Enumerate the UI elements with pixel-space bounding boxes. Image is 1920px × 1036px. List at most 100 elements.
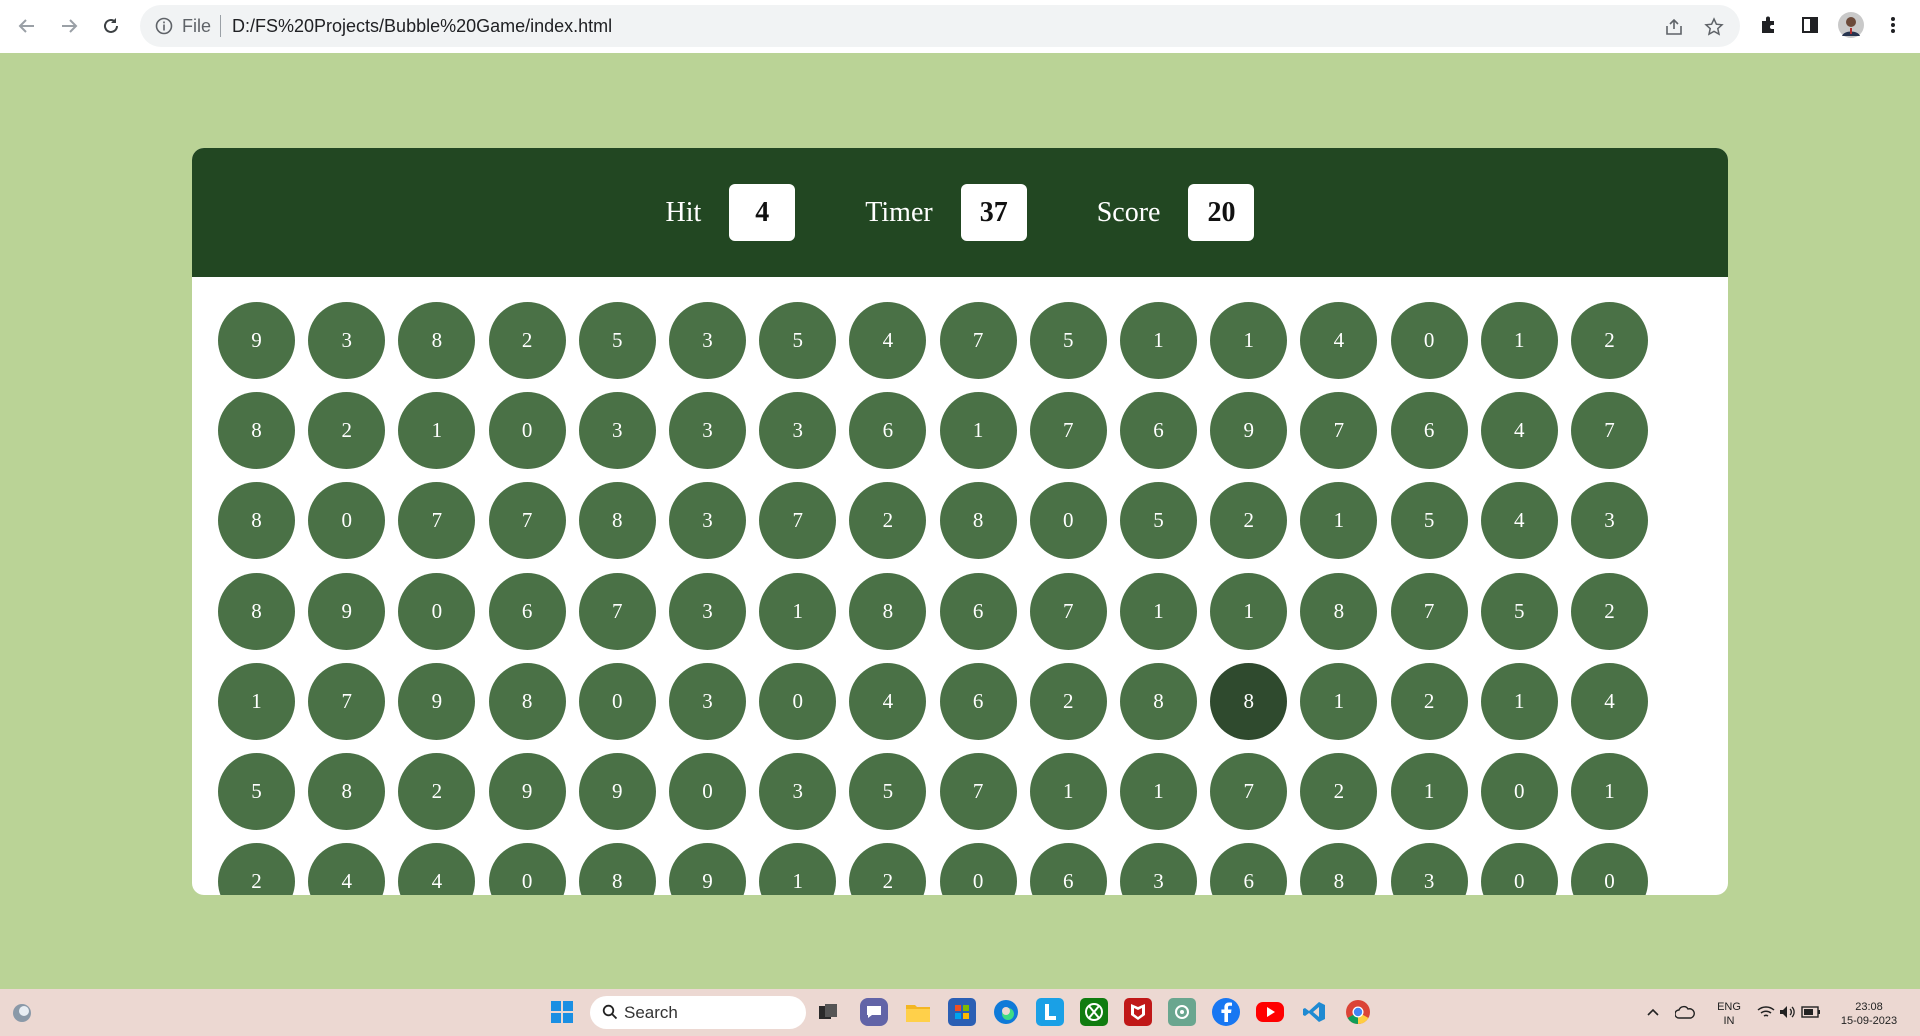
bubble[interactable]: 2 [398, 753, 476, 830]
bubble[interactable]: 6 [939, 572, 1017, 650]
bubble[interactable]: 5 [1120, 482, 1197, 560]
bubble[interactable]: 4 [1300, 302, 1378, 379]
clock[interactable]: 23:08 15-09-2023 [1834, 1000, 1904, 1028]
language-indicator[interactable]: ENG IN [1714, 1000, 1744, 1028]
bubble[interactable]: 2 [849, 482, 927, 560]
bubble[interactable]: 6 [1029, 843, 1107, 895]
chrome-icon[interactable] [1344, 998, 1372, 1026]
bubble[interactable]: 2 [1390, 662, 1468, 740]
bubble[interactable]: 3 [669, 662, 746, 740]
bubble[interactable]: 4 [398, 843, 476, 895]
bubble[interactable]: 5 [759, 302, 837, 379]
bubble[interactable]: 6 [488, 572, 566, 650]
bubble[interactable]: 1 [1120, 753, 1197, 830]
bubble[interactable]: 8 [218, 392, 295, 470]
chatgpt-icon[interactable] [1168, 998, 1196, 1026]
bubble[interactable]: 3 [669, 392, 746, 470]
bubble[interactable]: 1 [1480, 662, 1558, 740]
bubble[interactable]: 8 [308, 753, 386, 830]
bubble[interactable]: 9 [308, 572, 386, 650]
bubble[interactable]: 8 [1300, 572, 1378, 650]
bubble[interactable]: 7 [578, 572, 656, 650]
bubble[interactable]: 4 [308, 843, 386, 895]
bubble[interactable]: 0 [398, 572, 476, 650]
bubble[interactable]: 7 [398, 482, 476, 560]
bubble[interactable]: 2 [1210, 482, 1288, 560]
bubble[interactable]: 8 [1210, 662, 1288, 740]
bubble[interactable]: 4 [1571, 662, 1648, 740]
bubble[interactable]: 1 [759, 843, 837, 895]
bubble[interactable]: 3 [759, 392, 837, 470]
weather-widget-icon[interactable] [10, 1001, 34, 1025]
bubble[interactable]: 5 [218, 753, 295, 830]
bubble[interactable]: 3 [578, 392, 656, 470]
youtube-icon[interactable] [1256, 1002, 1284, 1022]
bubble[interactable]: 3 [308, 302, 386, 379]
bubble[interactable]: 9 [669, 843, 746, 895]
bubble[interactable]: 5 [1480, 572, 1558, 650]
bubble[interactable]: 6 [849, 392, 927, 470]
bubble[interactable]: 2 [849, 843, 927, 895]
taskbar-search-box[interactable]: Search [590, 996, 806, 1029]
bubble[interactable]: 9 [488, 753, 566, 830]
bubble[interactable]: 1 [939, 392, 1017, 470]
battery-icon[interactable] [1800, 998, 1822, 1026]
bubble[interactable]: 7 [759, 482, 837, 560]
forward-arrow-icon[interactable] [54, 11, 84, 41]
bubble[interactable]: 0 [1390, 302, 1468, 379]
bubble[interactable]: 1 [218, 662, 295, 740]
bubble[interactable]: 4 [849, 662, 927, 740]
windows-start-icon[interactable] [548, 998, 576, 1026]
bubble[interactable]: 0 [669, 753, 746, 830]
bubble[interactable]: 8 [1300, 843, 1378, 895]
bubble[interactable]: 8 [578, 843, 656, 895]
bubble[interactable]: 1 [1300, 482, 1378, 560]
bubble[interactable]: 8 [939, 482, 1017, 560]
more-menu-icon[interactable] [1880, 12, 1906, 38]
address-bar[interactable]: File D:/FS%20Projects/Bubble%20Game/inde… [140, 5, 1740, 47]
extensions-icon[interactable] [1755, 12, 1781, 38]
back-arrow-icon[interactable] [12, 11, 42, 41]
bubble[interactable]: 0 [759, 662, 837, 740]
bubble[interactable]: 0 [488, 843, 566, 895]
file-explorer-icon[interactable] [904, 998, 932, 1026]
bubble[interactable]: 7 [1300, 392, 1378, 470]
bubble[interactable]: 7 [1029, 392, 1107, 470]
bookmark-star-icon[interactable] [1702, 15, 1726, 39]
bubble[interactable]: 9 [578, 753, 656, 830]
bubble[interactable]: 3 [759, 753, 837, 830]
task-view-icon[interactable] [814, 998, 842, 1026]
bubble[interactable]: 1 [1300, 662, 1378, 740]
bubble[interactable]: 3 [669, 302, 746, 379]
url-text[interactable]: D:/FS%20Projects/Bubble%20Game/index.htm… [232, 16, 612, 37]
bubble[interactable]: 0 [1480, 843, 1558, 895]
share-icon[interactable] [1662, 15, 1686, 39]
teams-chat-icon[interactable] [860, 998, 888, 1026]
info-icon[interactable] [154, 16, 174, 36]
bubble[interactable]: 0 [1480, 753, 1558, 830]
bubble[interactable]: 7 [308, 662, 386, 740]
bubble[interactable]: 8 [1120, 662, 1197, 740]
bubble[interactable]: 7 [1571, 392, 1648, 470]
xbox-icon[interactable] [1080, 998, 1108, 1026]
bubble[interactable]: 1 [1210, 572, 1288, 650]
bubble[interactable]: 6 [1210, 843, 1288, 895]
bubble[interactable]: 0 [1571, 843, 1648, 895]
bubble[interactable]: 8 [218, 572, 295, 650]
bubble[interactable]: 2 [488, 302, 566, 379]
bubble[interactable]: 2 [218, 843, 295, 895]
bubble[interactable]: 0 [488, 392, 566, 470]
bubble[interactable]: 1 [1571, 753, 1648, 830]
bubble[interactable]: 3 [1120, 843, 1197, 895]
bubble[interactable]: 1 [1029, 753, 1107, 830]
bubble[interactable]: 0 [308, 482, 386, 560]
chevron-up-icon[interactable] [1644, 998, 1662, 1026]
edge-browser-icon[interactable] [992, 998, 1020, 1026]
vscode-icon[interactable] [1300, 998, 1328, 1026]
bubble[interactable]: 0 [578, 662, 656, 740]
bubble[interactable]: 1 [1480, 302, 1558, 379]
bubble[interactable]: 3 [669, 572, 746, 650]
bubble[interactable]: 6 [1120, 392, 1197, 470]
bubble[interactable]: 7 [1390, 572, 1468, 650]
side-panel-icon[interactable] [1797, 12, 1823, 38]
